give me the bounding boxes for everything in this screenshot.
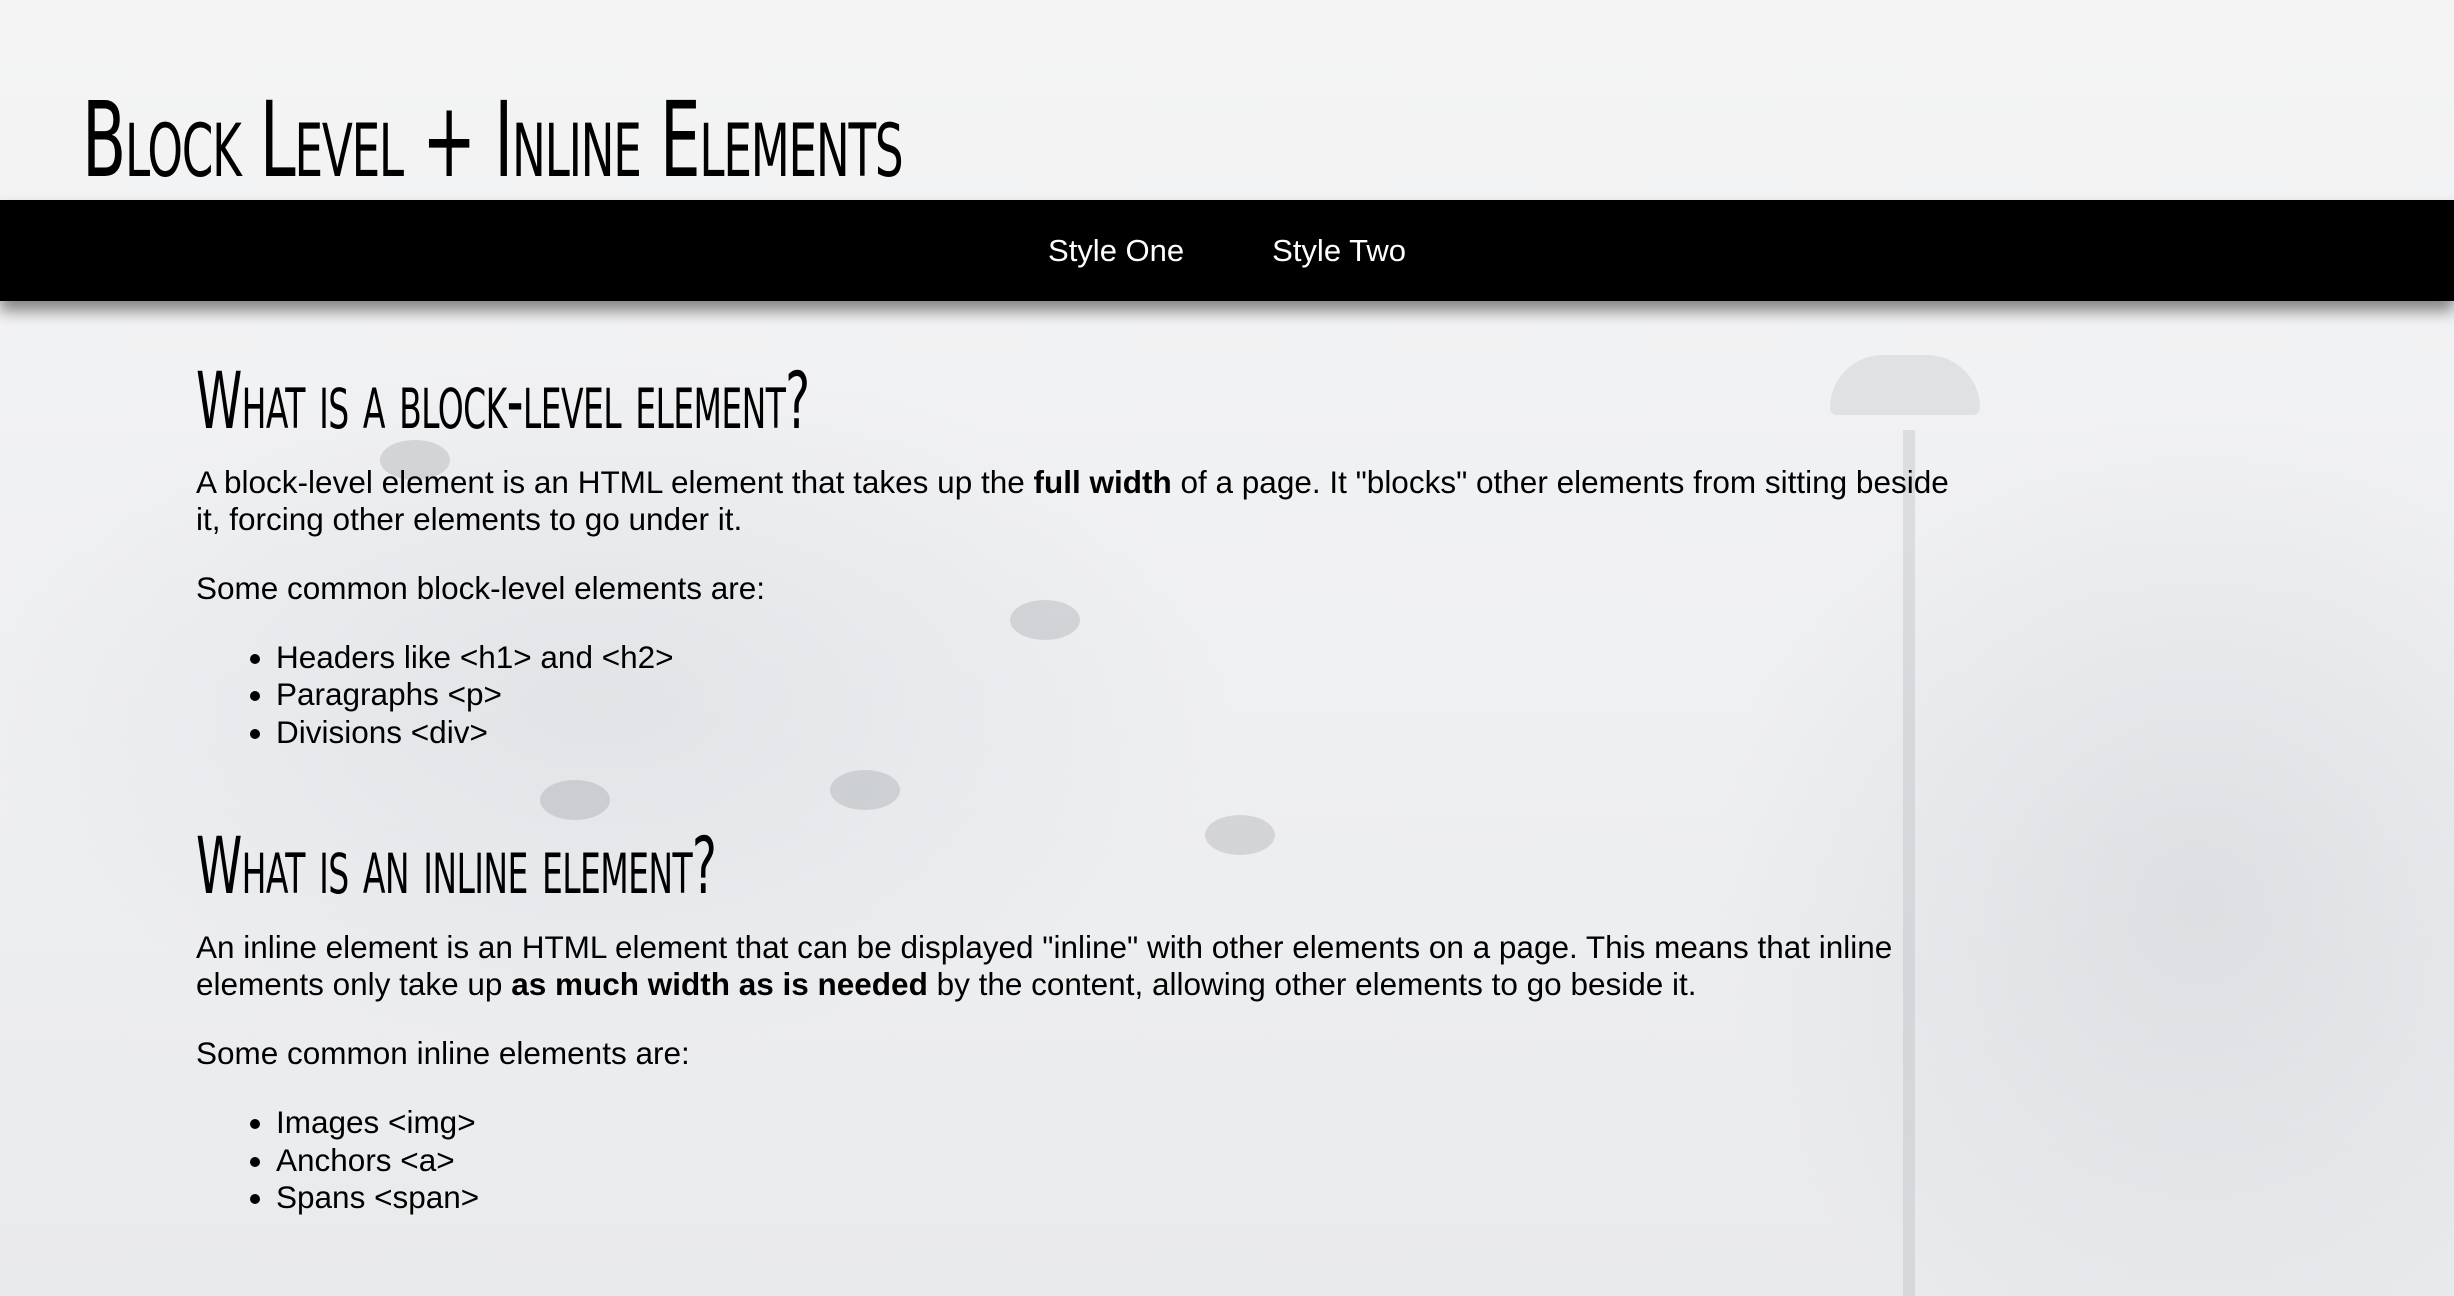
nav-link-style-one[interactable]: Style One — [1048, 233, 1184, 269]
list-item: Spans <span> — [276, 1179, 1956, 1217]
emphasis-text: as much width as is needed — [511, 966, 928, 1003]
inline-description: An inline element is an HTML element tha… — [196, 929, 1956, 1003]
inline-list: Images <img> Anchors <a> Spans <span> — [196, 1104, 1956, 1217]
list-item: Anchors <a> — [276, 1142, 1956, 1180]
list-intro: Some common block-level elements are: — [196, 569, 765, 606]
navbar: Style One Style Two — [0, 200, 2454, 301]
block-level-list: Headers like <h1> and <h2> Paragraphs <p… — [196, 639, 1956, 752]
text-span: A block-level element is an HTML element… — [196, 463, 1034, 500]
nav-link-style-two[interactable]: Style Two — [1272, 233, 1406, 269]
page-title: Block Level + Inline Elements — [82, 79, 904, 201]
list-item: Paragraphs <p> — [276, 676, 1956, 714]
section-heading: What is a block-level element? — [196, 357, 810, 447]
inline-section: What is an inline element? An inline ele… — [196, 822, 1956, 1217]
block-level-description: A block-level element is an HTML element… — [196, 464, 1956, 538]
text-span: by the content, allowing other elements … — [927, 966, 1697, 1003]
list-item: Headers like <h1> and <h2> — [276, 639, 1956, 677]
page-header: Block Level + Inline Elements — [0, 0, 2454, 200]
emphasis-text: full width — [1033, 463, 1172, 500]
main-content: What is a block-level element? A block-l… — [196, 357, 1956, 1217]
list-item: Images <img> — [276, 1104, 1956, 1142]
list-item: Divisions <div> — [276, 714, 1956, 752]
list-intro: Some common inline elements are: — [196, 1035, 690, 1072]
block-level-section: What is a block-level element? A block-l… — [196, 357, 1956, 752]
section-heading: What is an inline element? — [196, 822, 717, 913]
